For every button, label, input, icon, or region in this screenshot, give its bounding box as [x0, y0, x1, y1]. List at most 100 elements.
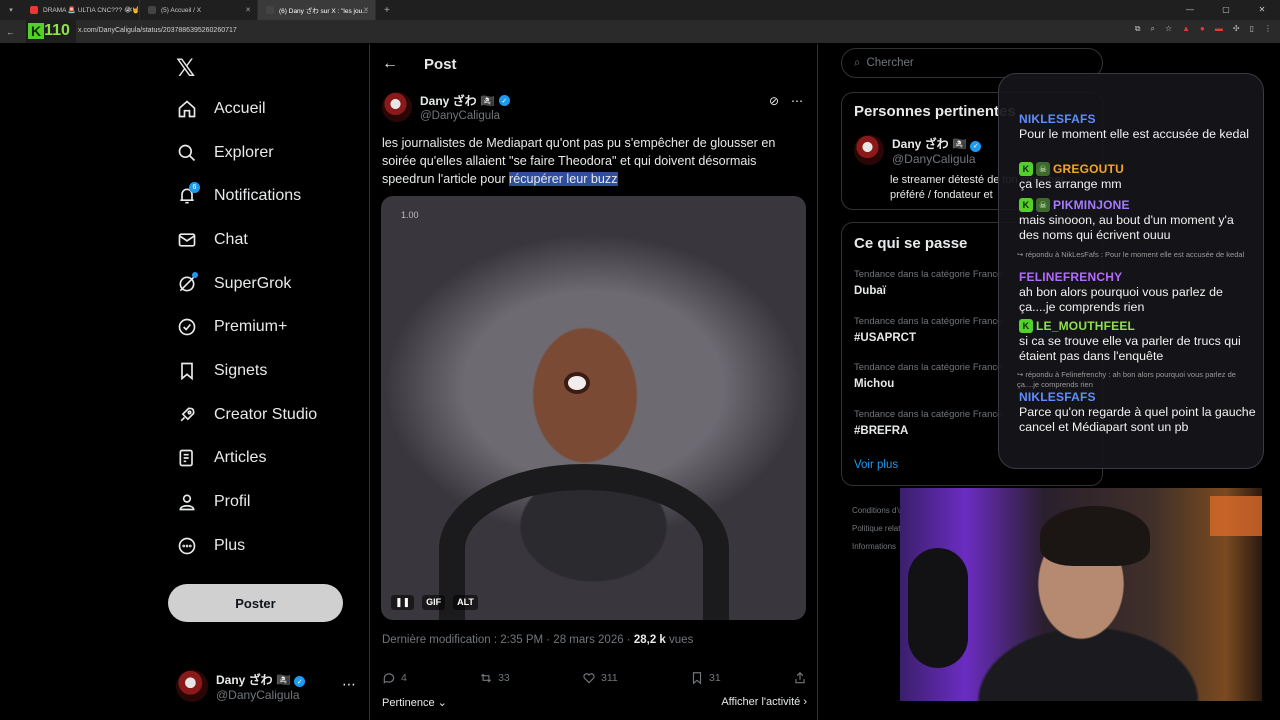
post-author[interactable]: Dany ざわ 🏴‍☠️ ✓ @DanyCaligula [382, 92, 510, 122]
like-button[interactable]: 311 [582, 671, 618, 685]
close-tab-icon[interactable]: ✕ [127, 6, 133, 14]
tab-title: DRAMA 🚨 ULTIA CNC??? 😭🤘 [43, 7, 140, 14]
menu-icon[interactable]: ⋮ [1264, 24, 1272, 34]
sidebar-item-creator-studio[interactable]: Creator Studio [176, 397, 317, 433]
extension-icon[interactable]: ▲ [1182, 24, 1190, 34]
x-logo-icon[interactable]: 𝕏 [176, 54, 195, 82]
rocket-icon [176, 404, 198, 426]
browser-tab-1[interactable]: DRAMA 🚨 ULTIA CNC??? 😭🤘 ✕ [22, 0, 140, 20]
chat-username: NIKLESFAFS [1019, 390, 1096, 404]
sidebar-item-signets[interactable]: Signets [176, 353, 267, 389]
account-handle: @DanyCaligula [216, 687, 300, 702]
avatar [176, 670, 208, 702]
gif-face [564, 372, 590, 394]
tab-search-icon[interactable]: ▾ [0, 0, 22, 20]
user-name[interactable]: Dany ざわ 🏴‍☠️ [892, 137, 967, 151]
pause-icon[interactable]: ❚❚ [391, 595, 415, 610]
post-gif[interactable]: 1.00 ❚❚ GIF ALT [381, 196, 806, 620]
person-icon [176, 491, 198, 513]
extension-icon[interactable]: ▬ [1215, 24, 1223, 34]
trend-item[interactable]: Tendance dans la catégorie France Michou [854, 362, 1002, 390]
reply-button[interactable]: 4 [382, 671, 407, 685]
back-icon[interactable]: ← [6, 27, 20, 37]
sidebar-item-label: Accueil [214, 100, 266, 117]
notification-badge: 6 [189, 182, 200, 193]
youtube-favicon-icon [30, 6, 38, 14]
back-arrow-icon[interactable]: ← [382, 55, 398, 73]
alt-button[interactable]: ALT [453, 595, 478, 610]
playback-speed: 1.00 [401, 210, 419, 220]
minimize-icon[interactable]: — [1172, 0, 1208, 20]
user-handle[interactable]: @DanyCaligula [892, 152, 981, 166]
sidebar-item-profil[interactable]: Profil [176, 484, 250, 520]
close-tab-icon[interactable]: ✕ [363, 6, 369, 14]
card-title: Ce qui se passe [854, 235, 968, 252]
sidebar-icon[interactable]: ▯ [1250, 24, 1254, 34]
webcam-feed [900, 488, 1262, 701]
more-icon[interactable]: ⋯ [342, 676, 356, 693]
account-switcher[interactable]: Dany ざわ 🏴‍☠️ ✓ @DanyCaligula ⋯ [176, 666, 356, 706]
heart-icon [583, 673, 595, 684]
sidebar-item-label: SuperGrok [214, 275, 292, 292]
chat-reply-context: ↪ répondu à Felinefrenchy : ah bon alors… [1017, 370, 1236, 389]
maximize-icon[interactable]: ▢ [1208, 0, 1244, 20]
url-input[interactable]: x.com/DanyCaligula/status/20378863952602… [78, 27, 237, 34]
browser-tab-3[interactable]: (6) Dany ざわ sur X : "les jou... ✕ [258, 0, 376, 20]
new-tab-button[interactable]: + [376, 5, 398, 16]
card-title: Personnes pertinentes [854, 103, 1016, 120]
sidebar-item-explorer[interactable]: Explorer [176, 135, 274, 171]
sidebar-item-accueil[interactable]: Accueil [176, 91, 266, 127]
chat-username: PIKMINJONE [1053, 198, 1130, 212]
chat-text: ah bon alors pourquoi vous parlez de ça.… [1019, 285, 1223, 314]
share-button[interactable] [793, 671, 807, 685]
bookmark-icon [176, 360, 198, 382]
sidebar-item-label: Signets [214, 362, 268, 379]
grok-icon[interactable]: ⊘ [769, 94, 779, 108]
bookmark-button[interactable]: 31 [690, 671, 721, 685]
sidebar-item-chat[interactable]: Chat [176, 222, 248, 258]
chat-username: FELINEFRENCHY [1019, 270, 1123, 284]
trend-category: Tendance dans la catégorie France [854, 316, 1003, 327]
see-more-link[interactable]: Voir plus [854, 459, 898, 471]
sort-dropdown[interactable]: Pertinence ⌄ [382, 696, 447, 709]
sidebar-item-notifications[interactable]: 6 Notifications [176, 178, 301, 214]
star-icon[interactable]: ☆ [1165, 24, 1172, 34]
sidebar-item-supergrok[interactable]: SuperGrok [176, 266, 291, 302]
reply-count: 4 [401, 672, 407, 684]
verified-badge-icon: ✓ [294, 676, 306, 687]
more-icon[interactable]: ⋯ [791, 94, 803, 108]
home-icon [176, 98, 198, 120]
sidebar-item-premium[interactable]: Premium+ [176, 309, 287, 345]
activity-link[interactable]: Afficher l'activité › [721, 696, 807, 709]
trend-item[interactable]: Tendance dans la catégorie France #USAPRC… [854, 316, 1002, 344]
close-tab-icon[interactable]: ✕ [245, 6, 251, 14]
more-circle-icon [176, 535, 198, 557]
sidebar-item-articles[interactable]: Articles [176, 440, 266, 476]
post-button[interactable]: Poster [168, 584, 343, 622]
avatar[interactable] [382, 92, 412, 122]
author-handle[interactable]: @DanyCaligula [420, 110, 510, 122]
logo-text: 110 [44, 22, 70, 39]
search-icon: ⌕ [854, 56, 861, 69]
repost-button[interactable]: 33 [479, 671, 510, 685]
author-name[interactable]: Dany ざわ 🏴‍☠️ [420, 92, 495, 109]
account-name: Dany ざわ 🏴‍☠️ [216, 672, 291, 687]
trend-item[interactable]: Tendance dans la catégorie France #BREFRA [854, 409, 1002, 437]
screen-cast-icon[interactable]: ⧉ [1135, 24, 1141, 34]
avatar[interactable] [854, 135, 884, 165]
mail-icon [176, 229, 198, 251]
chat-message: NIKLESFAFS Parce qu'on regarde à quel po… [1019, 390, 1257, 435]
browser-tab-2[interactable]: (5) Accueil / X ✕ [140, 0, 258, 20]
extension-icon[interactable]: ● [1200, 24, 1205, 34]
reply-icon [383, 673, 395, 684]
zoom-icon[interactable]: ⌕ [1150, 24, 1154, 34]
puzzle-icon[interactable]: ✣ [1233, 24, 1240, 34]
sidebar-item-plus[interactable]: Plus [176, 528, 245, 564]
stream-chat-overlay: NIKLESFAFS Pour le moment elle est accus… [998, 73, 1264, 469]
post-timestamp[interactable]: Dernière modification : 2:35 PM · 28 mar… [382, 634, 634, 646]
trend-item[interactable]: Tendance dans la catégorie France Dubaï [854, 269, 1002, 297]
close-window-icon[interactable]: ✕ [1244, 0, 1280, 20]
relevant-user[interactable]: Dany ざわ 🏴‍☠️ ✓ @DanyCaligula [854, 135, 982, 166]
new-dot [192, 272, 198, 278]
media-controls: ❚❚ GIF ALT [391, 595, 478, 610]
